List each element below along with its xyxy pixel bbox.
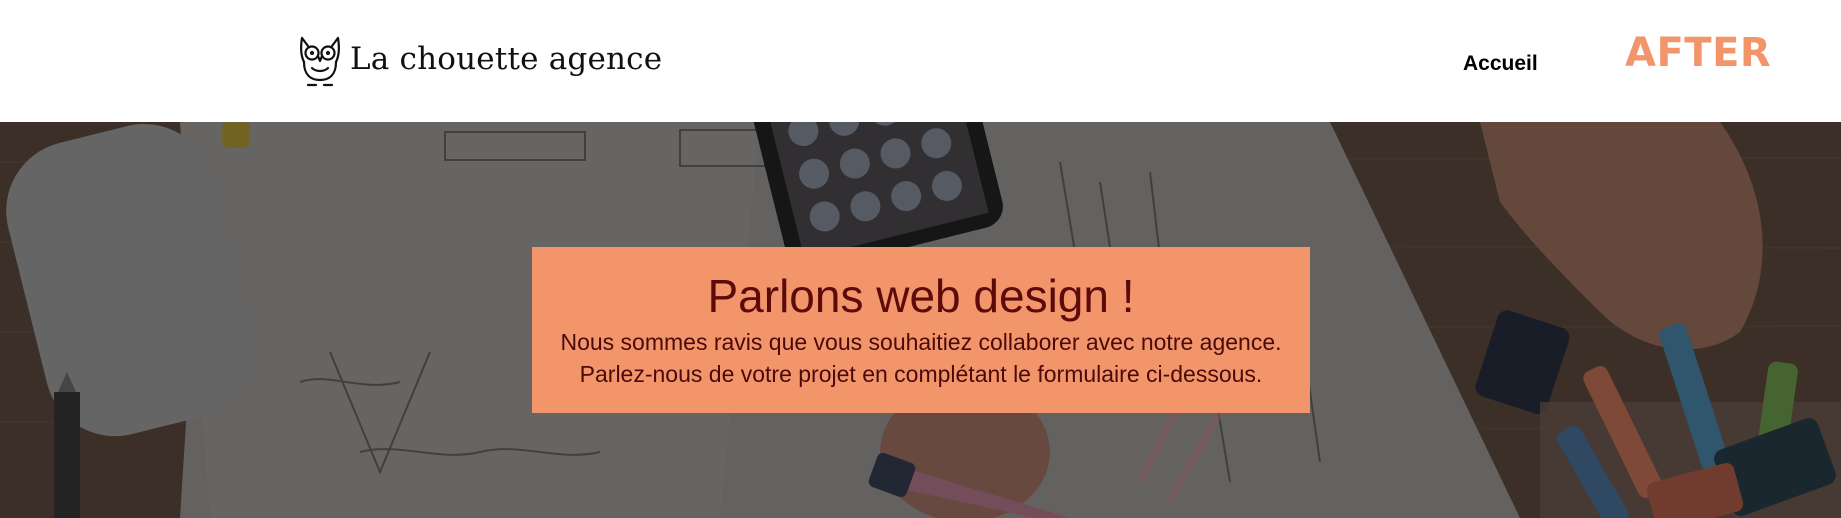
owl-icon [300,36,340,87]
after-label: AFTER [1625,30,1772,76]
nav-link-accueil[interactable]: Accueil [1463,52,1538,76]
site-header: La chouette agence Accueil AFTER [0,0,1841,122]
hero-line-1: Nous sommes ravis que vous souhaitiez co… [560,329,1282,355]
hero-message-box: Parlons web design ! Nous sommes ravis q… [532,247,1310,413]
hero-banner: Parlons web design ! Nous sommes ravis q… [0,122,1841,518]
hero-title: Parlons web design ! [707,270,1135,322]
hero-line-2: Parlez-nous de votre projet en complétan… [579,361,1263,387]
logo-link[interactable]: La chouette agence [296,34,662,88]
brand-name: La chouette agence [350,41,663,77]
hero-description: Nous sommes ravis que vous souhaitiez co… [532,326,1310,390]
